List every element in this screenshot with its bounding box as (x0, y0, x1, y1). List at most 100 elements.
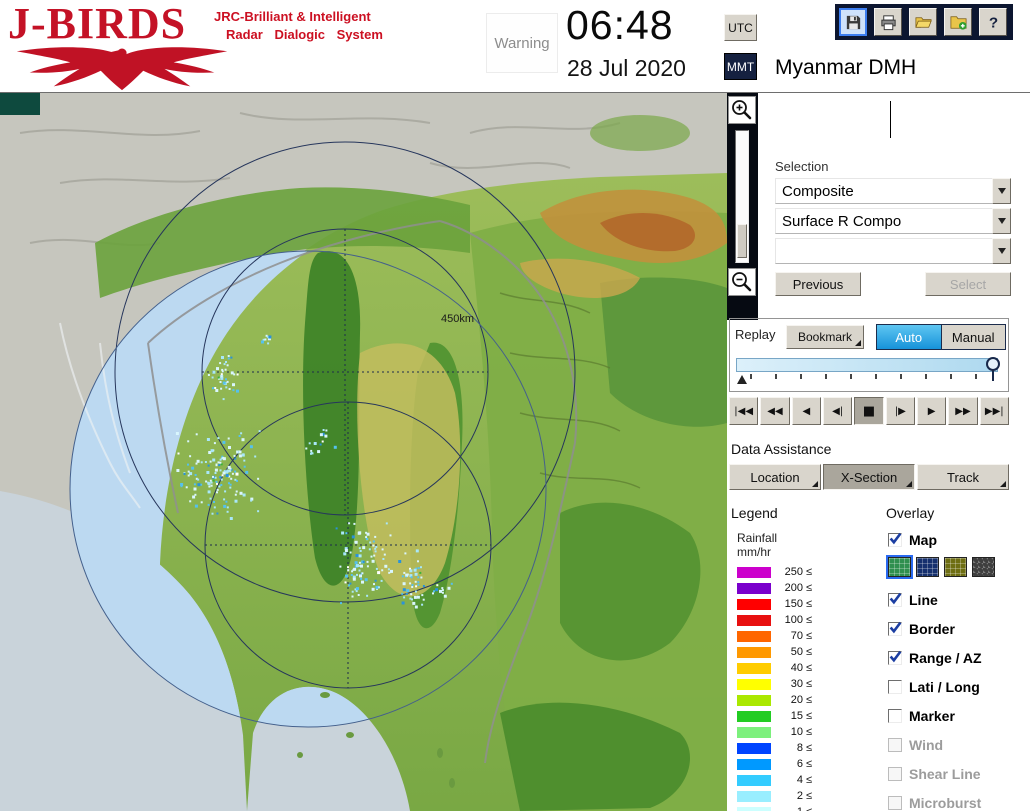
legend-row: 6 ≤ (737, 758, 812, 770)
import-folder-icon (950, 15, 967, 30)
auto-button[interactable]: Auto (877, 325, 942, 349)
overlay-item-range-az[interactable]: Range / AZ (888, 649, 982, 667)
legend-value: 6 (796, 758, 803, 770)
legend-value: 1 (773, 806, 803, 811)
replay-mode-toggle: Auto Manual (876, 324, 1006, 350)
open-folder-button[interactable] (909, 8, 937, 36)
utc-button[interactable]: UTC (724, 14, 757, 41)
map-canvas[interactable]: 450km (0, 93, 727, 811)
overlay-item-label: Marker (909, 708, 955, 724)
step-back-button[interactable]: ◀| (822, 397, 853, 425)
overlay-item-microburst: Microburst (888, 794, 981, 811)
play-reverse-button[interactable]: ◀ (791, 397, 821, 425)
map-palette-swatch-1[interactable] (886, 555, 913, 579)
lte-symbol: ≤ (806, 710, 813, 722)
checkbox-checked[interactable] (888, 592, 902, 607)
timeline-position-marker[interactable] (986, 357, 1000, 381)
zoom-slider[interactable] (735, 130, 749, 263)
last-frame-button[interactable]: ▶▶| (979, 397, 1009, 425)
zoom-out-button[interactable] (728, 268, 756, 296)
fast-rewind-button[interactable]: ◀◀ (760, 397, 790, 425)
overlay-item-label: Wind (909, 737, 944, 753)
map-palette-options (886, 555, 995, 579)
dropdown-arrow-button[interactable] (992, 208, 1011, 234)
timeline-ticks (736, 355, 998, 389)
legend-value: 15 (790, 710, 803, 722)
map-palette-swatch-3[interactable] (944, 557, 967, 577)
dropdown-arrow-button[interactable] (992, 178, 1011, 204)
legend-color-swatch (737, 678, 771, 690)
overlay-item-marker[interactable]: Marker (888, 707, 955, 725)
timeline-start-marker (737, 375, 747, 384)
checkbox-unchecked[interactable] (888, 680, 902, 694)
legend-row: 150 ≤ (737, 598, 812, 610)
import-folder-button[interactable] (944, 8, 972, 36)
legend-color-swatch (737, 582, 771, 594)
previous-button[interactable]: Previous (775, 272, 861, 296)
selection-dropdown-3[interactable] (775, 238, 1011, 264)
bookmark-button[interactable]: Bookmark (786, 325, 864, 349)
legend-color-swatch (737, 742, 771, 754)
overlay-item-border[interactable]: Border (888, 620, 955, 638)
checkbox-checked[interactable] (888, 621, 902, 636)
radar-map[interactable]: 450km (0, 93, 727, 811)
replay-label: Replay (735, 327, 776, 342)
print-icon (880, 14, 896, 30)
help-button[interactable]: ? (979, 8, 1007, 36)
overlay-item-label: Line (909, 592, 938, 608)
overlay-item-line[interactable]: Line (888, 591, 938, 609)
legend-row: 100 ≤ (737, 614, 812, 626)
track-button[interactable]: Track (917, 464, 1009, 490)
overlay-item-map[interactable]: Map (888, 531, 937, 549)
map-palette-swatch-4[interactable] (972, 557, 995, 577)
save-button[interactable] (839, 8, 867, 36)
eagle-logo-icon (16, 47, 228, 91)
legend-row: 10 ≤ (737, 726, 812, 738)
chevron-down-icon (997, 248, 1006, 254)
legend-unit-line1: Rainfall (737, 531, 778, 545)
step-forward-button[interactable]: |▶ (885, 397, 915, 425)
select-button[interactable]: Select (925, 272, 1011, 296)
checkbox-unchecked[interactable] (888, 709, 902, 723)
print-button[interactable] (874, 8, 902, 36)
map-palette-swatch-2[interactable] (916, 557, 939, 577)
legend-color-swatch (737, 774, 771, 786)
overlay-item-lati-long[interactable]: Lati / Long (888, 678, 980, 696)
toolbar: ? (835, 4, 1013, 40)
checkbox-checked[interactable] (888, 650, 902, 665)
overlay-item-label: Shear Line (909, 766, 981, 782)
legend-row: 8 ≤ (737, 742, 812, 754)
data-assistance-buttons: Location X-Section Track (729, 464, 1009, 490)
replay-timeline[interactable] (736, 355, 1004, 389)
lte-symbol: ≤ (806, 582, 813, 594)
zoom-slider-thumb[interactable] (737, 224, 747, 258)
stop-button[interactable]: ■ (854, 397, 884, 425)
x-section-button[interactable]: X-Section (823, 464, 915, 490)
lte-symbol: ≤ (806, 598, 813, 610)
legend-row: 2 ≤ (737, 790, 812, 802)
legend-row: 15 ≤ (737, 710, 812, 722)
nw-green-blob (590, 115, 690, 151)
selection-dropdown-1[interactable]: Composite (775, 178, 1011, 204)
selection-dropdown-2[interactable]: Surface R Compo (775, 208, 1011, 234)
selection-label: Selection (775, 159, 829, 174)
legend-value: 150 (784, 598, 803, 610)
lte-symbol: ≤ (806, 614, 813, 626)
play-button[interactable]: ▶ (916, 397, 947, 425)
legend-row: 200 ≤ (737, 582, 812, 594)
dropdown-arrow-button[interactable] (992, 238, 1011, 264)
map-corner-block (0, 93, 40, 115)
legend-value: 100 (784, 614, 803, 626)
checkbox-checked[interactable] (888, 532, 902, 547)
legend-row: 20 ≤ (737, 694, 812, 706)
mmt-button[interactable]: MMT (724, 53, 757, 80)
warning-button[interactable]: Warning (486, 13, 558, 73)
help-icon: ? (988, 14, 997, 31)
header: J-BIRDS JRC-Brilliant & Intelligent Rada… (0, 0, 1030, 93)
location-button[interactable]: Location (729, 464, 821, 490)
fast-forward-button[interactable]: ▶▶ (948, 397, 978, 425)
manual-button[interactable]: Manual (941, 325, 1005, 349)
legend-value: 200 (784, 582, 803, 594)
first-frame-button[interactable]: |◀◀ (729, 397, 759, 425)
zoom-in-button[interactable] (728, 96, 756, 124)
